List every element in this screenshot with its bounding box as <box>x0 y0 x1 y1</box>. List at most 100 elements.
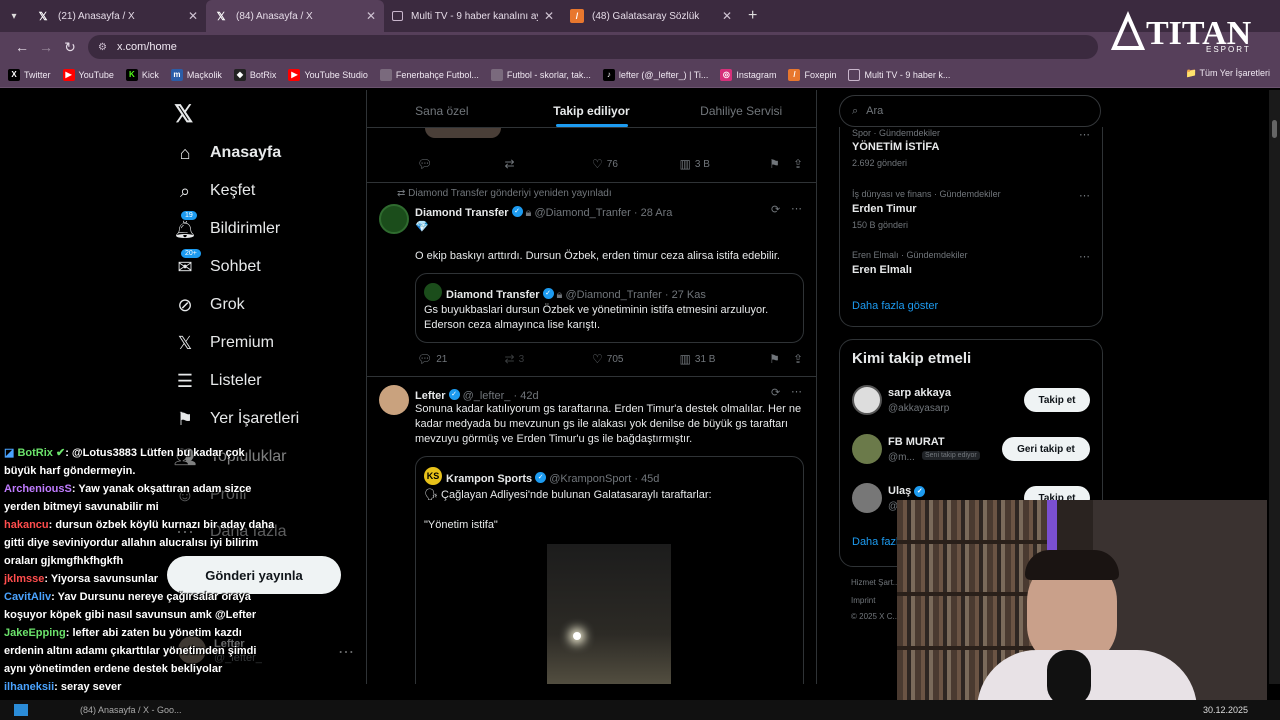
browser-tab[interactable]: 𝕏 (21) Anasayfa / X ✕ <box>28 0 206 32</box>
grok-icon[interactable]: ⟳ <box>771 386 780 399</box>
x-logo-icon[interactable]: 𝕏 <box>174 100 193 129</box>
user-name[interactable]: Ulaş ✓ <box>888 485 928 497</box>
tab-for-you[interactable]: Sana özel <box>367 90 517 127</box>
all-bookmarks[interactable]: 📁 Tüm Yer İşaretleri <box>1186 68 1270 79</box>
site-info-icon[interactable]: ⚙ <box>98 42 107 53</box>
bookmark-instagram[interactable]: ◎ Instagram <box>720 68 776 81</box>
close-tab-icon[interactable]: ✕ <box>544 9 554 23</box>
feather-icon: / <box>570 9 584 23</box>
nav-home[interactable]: ⌂ Anasayfa <box>174 142 282 164</box>
search-input[interactable]: ⌕ Ara <box>839 95 1101 127</box>
nav-lists[interactable]: ☰ Listeler <box>174 370 262 392</box>
views-button[interactable]: ▥ 31 B <box>680 352 770 366</box>
grok-icon[interactable]: ⟳ <box>771 203 780 216</box>
nav-bookmarks[interactable]: ⚑ Yer İşaretleri <box>174 408 299 430</box>
more-dots-icon[interactable]: ⋯ <box>1079 189 1090 202</box>
bookmark-youtube[interactable]: ▶ YouTube <box>62 68 114 81</box>
reply-button[interactable]: 💬︎ <box>417 157 505 171</box>
bookmark-foxepin[interactable]: / Foxepin <box>788 68 836 81</box>
follow-button[interactable]: Takip et <box>1024 388 1090 412</box>
avatar[interactable] <box>852 385 882 415</box>
avatar[interactable] <box>852 483 882 513</box>
bookmark-button[interactable]: ⚑ <box>769 157 793 171</box>
browser-tab[interactable]: / (48) Galatasaray Sözlük ✕ <box>562 0 740 32</box>
bookmark-button[interactable]: ⚑ <box>769 352 793 366</box>
post-actions: 💬︎ 21 ⇄ 3 ♡ 705 ▥ 31 B ⚑ ⇪ <box>417 352 807 366</box>
more-dots-icon[interactable]: ⋯ <box>1079 250 1090 263</box>
bookmark-twitter[interactable]: X Twitter <box>8 68 51 81</box>
footer-link[interactable]: Hizmet Şart... <box>851 578 899 587</box>
back-arrow-icon[interactable]: ← <box>10 39 34 55</box>
footer-link[interactable]: Imprint <box>851 596 875 605</box>
more-dots-icon[interactable]: ⋯ <box>791 202 802 215</box>
browser-tab-active[interactable]: 𝕏 (84) Anasayfa / X ✕ <box>206 0 384 32</box>
reply-button[interactable]: 💬︎ 21 <box>417 352 505 366</box>
taskbar: (84) Anasayfa / X - Goo... 30.12.2025 <box>0 700 1280 720</box>
share-icon: ⇪ <box>792 352 803 366</box>
bookmark-kick[interactable]: K Kick <box>125 68 159 81</box>
nav-messages[interactable]: ✉ 20+ Sohbet <box>174 248 261 278</box>
nav-explore[interactable]: ⌕ Keşfet <box>174 180 255 202</box>
tab-underline <box>555 124 628 127</box>
show-more-link[interactable]: Daha fazla göster <box>852 300 938 312</box>
timeline: Sana özel Takip ediliyor Dahiliye Servis… <box>366 90 817 684</box>
tab-following[interactable]: Takip ediliyor <box>517 90 667 127</box>
bookmark-mackolik[interactable]: m Maçkolik <box>170 68 222 81</box>
media-thumbnail[interactable] <box>425 128 501 138</box>
tab-search-dropdown[interactable]: ▾ <box>0 11 28 22</box>
quoted-post[interactable]: Diamond Transfer ✓ 🔒︎ @Diamond_Tranfer · 2… <box>415 273 804 343</box>
views-button[interactable]: ▥ 3 B <box>680 157 770 171</box>
new-tab-button[interactable]: + <box>748 7 757 25</box>
light-glare <box>573 632 581 640</box>
forward-arrow-icon[interactable]: → <box>34 39 58 55</box>
share-button[interactable]: ⇪ <box>793 157 807 171</box>
avatar[interactable] <box>379 204 409 234</box>
scrollbar-thumb[interactable] <box>1272 120 1277 138</box>
trend-item[interactable]: Erden Timur <box>852 203 917 215</box>
more-dots-icon[interactable]: ⋯ <box>338 642 354 662</box>
divider <box>367 182 816 183</box>
bookmark-multitv[interactable]: Multi TV - 9 haber k... <box>848 68 950 81</box>
follow-back-button[interactable]: Geri takip et <box>1002 437 1090 461</box>
avatar[interactable] <box>852 434 882 464</box>
streamer-hair <box>1025 550 1119 580</box>
bookmark-youtube-studio[interactable]: ▶ YouTube Studio <box>288 68 368 81</box>
quoted-post[interactable]: KS Krampon Sports ✓ @KramponSport · 45d 🗣︎… <box>415 456 804 684</box>
nav-notifications[interactable]: 🔔︎ 19 Bildirimler <box>174 210 280 240</box>
tab-insider[interactable]: Dahiliye Servisi <box>666 90 816 127</box>
nav-premium[interactable]: 𝕏 Premium <box>174 332 274 354</box>
share-button[interactable]: ⇪ <box>793 352 807 366</box>
like-button[interactable]: ♡ 705 <box>592 352 680 366</box>
nav-grok[interactable]: ⊘ Grok <box>174 294 244 316</box>
bookmark-futbol[interactable]: Futbol - skorlar, tak... <box>490 68 591 81</box>
url-field[interactable]: ⚙ x.com/home <box>88 35 1098 59</box>
post-text: O ekip baskıyı arttırdı. Dursun Özbek, e… <box>415 250 780 262</box>
chat-message: hakancu: dursun özbek köylü kurnazı bir … <box>4 519 275 567</box>
close-tab-icon[interactable]: ✕ <box>188 9 198 23</box>
chat-message: JakeEpping: lefter abi zaten bu yönetim … <box>4 627 257 675</box>
more-dots-icon[interactable]: ⋯ <box>1079 128 1090 141</box>
grok-icon: ⊘ <box>177 294 193 315</box>
scrollbar[interactable] <box>1269 90 1280 684</box>
trend-item[interactable]: Eren Elmalı <box>852 264 912 276</box>
browser-tab[interactable]: Multi TV - 9 haber kanalını aynı ✕ <box>384 0 562 32</box>
tv-icon <box>392 11 403 21</box>
avatar[interactable] <box>379 385 409 415</box>
more-dots-icon[interactable]: ⋯ <box>791 385 802 398</box>
close-tab-icon[interactable]: ✕ <box>366 9 376 23</box>
bookmark-tiktok[interactable]: ♪ lefter (@_lefter_) | Ti... <box>602 68 708 81</box>
reload-icon[interactable]: ↻ <box>58 39 82 56</box>
home-icon: ⌂ <box>179 142 191 163</box>
bookmark-botrix[interactable]: ◆ BotRix <box>233 68 276 81</box>
taskbar-window[interactable]: (84) Anasayfa / X - Goo... <box>80 705 182 715</box>
chat-message: jklmsse: Yiyorsa savunsunlar <box>4 573 159 585</box>
video-thumbnail[interactable] <box>547 544 671 684</box>
reply-icon: 💬︎ <box>417 352 433 366</box>
repost-button[interactable]: ⇄ 3 <box>505 352 593 366</box>
trend-item[interactable]: YÖNETİM İSTİFA <box>852 141 939 153</box>
repost-button[interactable]: ⇄ <box>505 157 593 171</box>
windows-start-icon[interactable] <box>14 704 28 716</box>
bookmark-fenerbahce[interactable]: Fenerbahçe Futbol... <box>379 68 479 81</box>
like-button[interactable]: ♡ 76 <box>592 157 680 171</box>
close-tab-icon[interactable]: ✕ <box>722 9 732 23</box>
